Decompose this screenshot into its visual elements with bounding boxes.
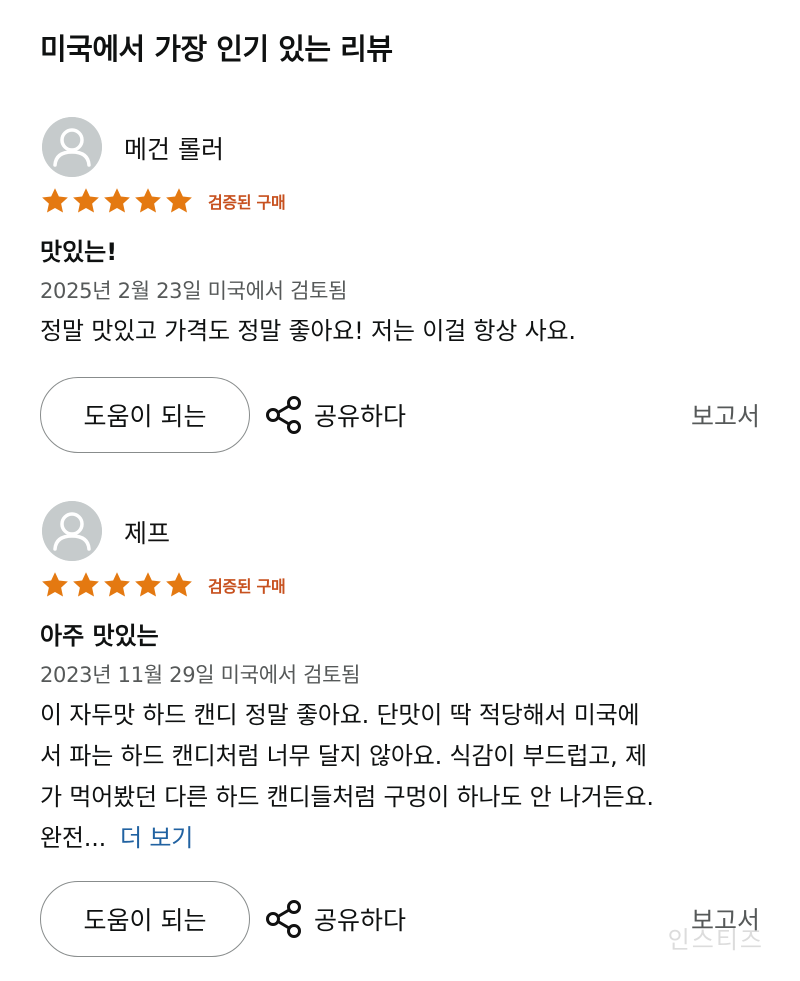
review-card: 메건 롤러 검증된 구매 맛있는! 2025년 2월 23일 미국에서 검토됨 … bbox=[0, 117, 800, 377]
star-icon bbox=[73, 188, 99, 213]
review-card: 제프 검증된 구매 아주 맛있는 2023년 11월 29일 미국에서 검토됨 … bbox=[0, 501, 800, 881]
review-date: 2025년 2월 23일 미국에서 검토됨 bbox=[40, 279, 348, 303]
reviewer-name[interactable]: 메건 롤러 bbox=[124, 130, 224, 166]
report-link[interactable]: 보고서 bbox=[691, 397, 760, 433]
review-date: 2023년 11월 29일 미국에서 검토됨 bbox=[40, 663, 361, 687]
star-rating[interactable] bbox=[40, 570, 194, 600]
review-body: 정말 맛있고 가격도 정말 좋아요! 저는 이걸 항상 사요. bbox=[40, 317, 576, 345]
review-body: 이 자두맛 하드 캔디 정말 좋아요. 단맛이 딱 적당해서 미국에 서 파는 … bbox=[40, 695, 770, 859]
review-body-last-line: 완전... 더 보기 bbox=[40, 818, 770, 859]
star-icon bbox=[73, 572, 99, 597]
review-title: 아주 맛있는 bbox=[40, 622, 159, 650]
helpful-button[interactable]: 도움이 되는 bbox=[40, 377, 250, 453]
helpful-button[interactable]: 도움이 되는 bbox=[40, 881, 250, 957]
user-icon bbox=[42, 117, 102, 177]
rating-row: 검증된 구매 bbox=[40, 186, 286, 216]
star-icon bbox=[104, 188, 130, 213]
share-button[interactable]: 공유하다 bbox=[264, 898, 406, 940]
star-icon bbox=[166, 572, 192, 597]
share-label: 공유하다 bbox=[314, 906, 407, 935]
star-icon bbox=[166, 188, 192, 213]
share-label: 공유하다 bbox=[314, 402, 407, 431]
user-icon bbox=[42, 501, 102, 561]
star-icon bbox=[42, 188, 68, 213]
review-title: 맛있는! bbox=[40, 238, 118, 266]
share-icon bbox=[266, 900, 301, 938]
review-actions: 도움이 되는 공유하다 보고서 bbox=[0, 377, 800, 453]
watermark: 인스티즈 bbox=[667, 926, 764, 954]
share-button[interactable]: 공유하다 bbox=[264, 394, 406, 436]
reviews-page: 미국에서 가장 인기 있는 리뷰 메건 롤러 검증된 구매 맛있는! 2025년… bbox=[0, 0, 800, 981]
star-icon bbox=[104, 572, 130, 597]
star-icon bbox=[42, 572, 68, 597]
review-body-line: 가 먹어봤던 다른 하드 캔디들처럼 구멍이 하나도 안 나거든요. bbox=[40, 783, 654, 811]
reviewer-name[interactable]: 제프 bbox=[124, 514, 170, 550]
review-body-line: 서 파는 하드 캔디처럼 너무 달지 않아요. 식감이 부드럽고, 제 bbox=[40, 742, 647, 770]
avatar bbox=[42, 117, 102, 177]
review-body-line: 완전... bbox=[40, 824, 107, 852]
avatar bbox=[42, 501, 102, 561]
verified-purchase-badge: 검증된 구매 bbox=[208, 577, 286, 596]
rating-row: 검증된 구매 bbox=[40, 570, 286, 600]
share-icon bbox=[266, 396, 301, 434]
star-rating[interactable] bbox=[40, 186, 194, 216]
star-icon bbox=[135, 188, 161, 213]
verified-purchase-badge: 검증된 구매 bbox=[208, 193, 286, 212]
review-body-line: 이 자두맛 하드 캔디 정말 좋아요. 단맛이 딱 적당해서 미국에 bbox=[40, 701, 640, 729]
star-icon bbox=[135, 572, 161, 597]
see-more-link[interactable]: 더 보기 bbox=[120, 824, 193, 852]
section-title: 미국에서 가장 인기 있는 리뷰 bbox=[40, 32, 393, 66]
